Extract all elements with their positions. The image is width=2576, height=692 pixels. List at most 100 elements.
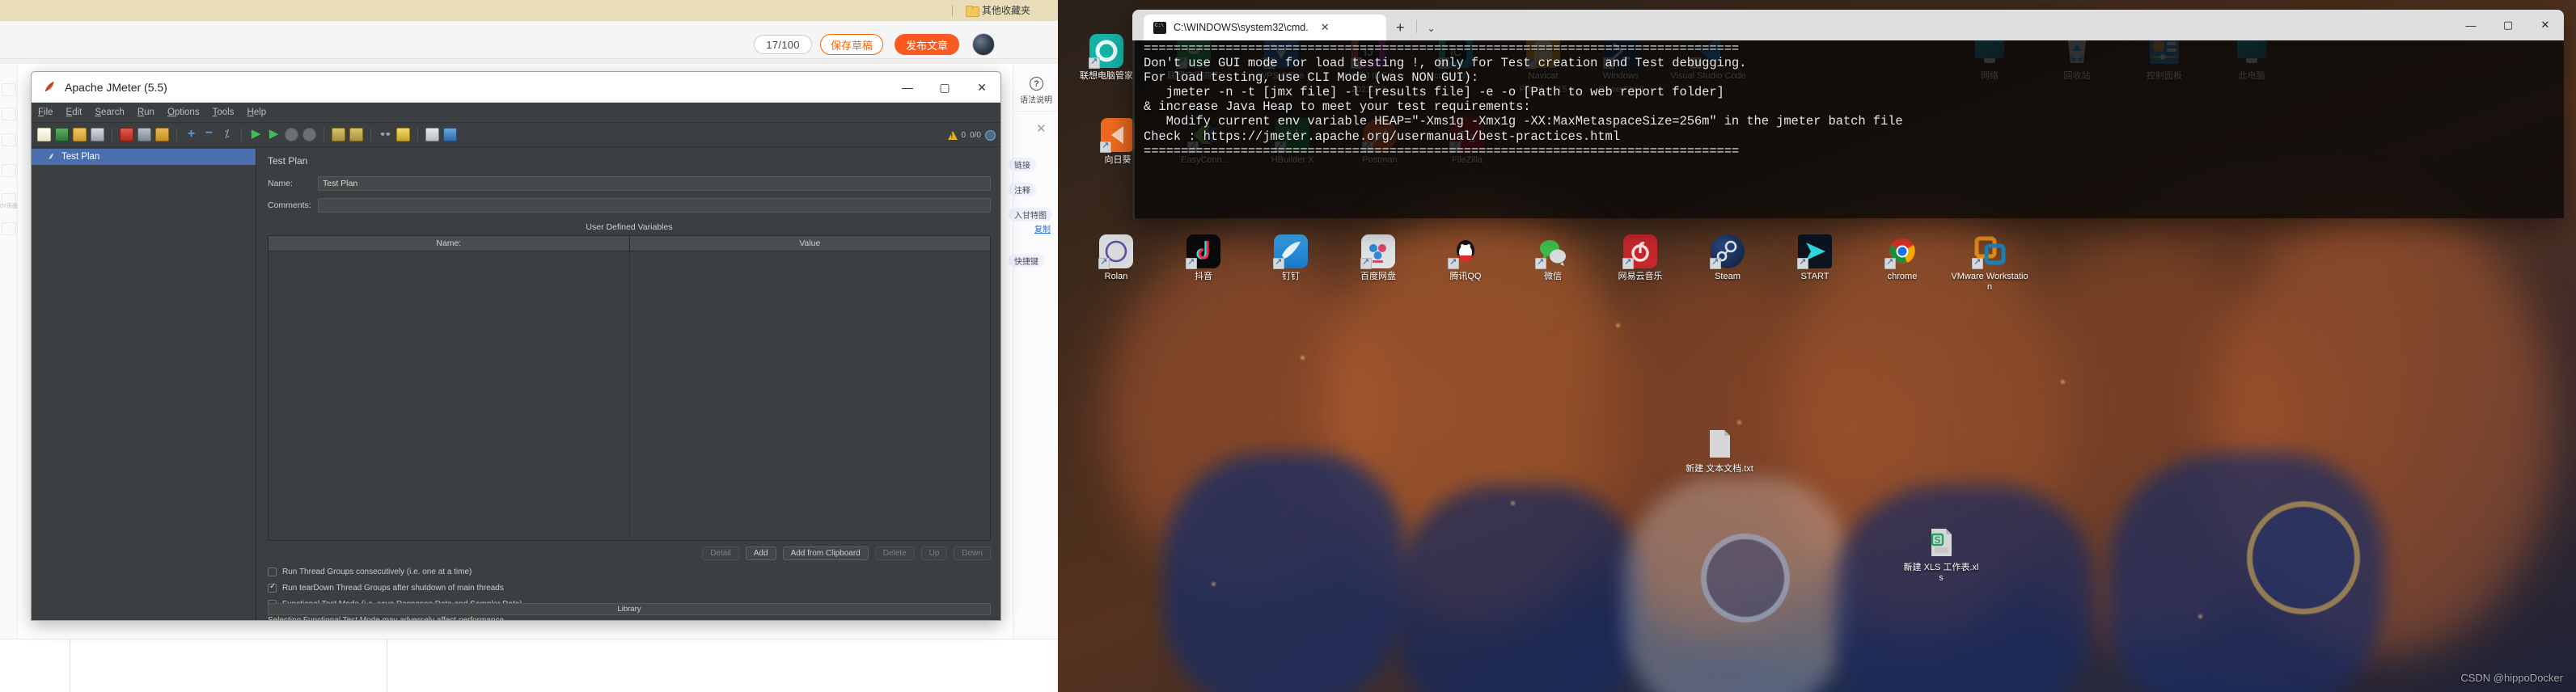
close-icon[interactable]: ✕ — [1036, 123, 1047, 135]
menu-run[interactable]: Run — [137, 108, 154, 117]
expand-icon[interactable]: + — [184, 128, 198, 141]
start-icon[interactable]: ▶ — [249, 128, 263, 141]
desktop-icon-dingtalk[interactable]: 钉钉 — [1252, 234, 1330, 282]
desktop-icon-start[interactable]: START — [1776, 234, 1854, 282]
checkbox-run-consecutively[interactable] — [268, 568, 277, 576]
help-item-shortcuts[interactable]: 快捷键 — [1009, 254, 1044, 268]
checkbox-run-consecutively-row[interactable]: Run Thread Groups consecutively (i.e. on… — [268, 568, 991, 576]
desktop-icon-qq[interactable]: 腾讯QQ — [1427, 234, 1504, 282]
jmeter-tree[interactable]: Test Plan — [32, 147, 256, 620]
function-helper-icon[interactable] — [425, 128, 439, 141]
globe-icon[interactable] — [985, 129, 996, 141]
close-icon[interactable]: ✕ — [1321, 21, 1330, 34]
start-no-pauses-icon[interactable]: ▶ — [267, 128, 281, 141]
test-plan-icon — [46, 152, 56, 162]
menu-file[interactable]: File — [38, 108, 53, 117]
add-button[interactable]: Add — [745, 546, 776, 560]
help-icon[interactable] — [443, 128, 457, 141]
desktop-icon-netease-music[interactable]: 网易云音乐 — [1601, 234, 1679, 282]
question-circle-icon[interactable]: ? — [1030, 77, 1043, 91]
new-icon[interactable] — [37, 128, 51, 141]
bookmark-other-folder[interactable]: 其他收藏夹 — [965, 3, 1030, 17]
delete-button[interactable]: Delete — [874, 546, 915, 560]
desktop-file-text[interactable]: 新建 文本文档.txt — [1681, 427, 1758, 475]
page-bottom-band — [0, 639, 1058, 692]
menu-help[interactable]: Help — [247, 108, 266, 117]
wallpaper-logo — [1701, 534, 1790, 622]
name-input[interactable]: Test Plan — [318, 176, 991, 191]
udv-header-row: Name: Value — [269, 236, 990, 251]
desktop-file-xls[interactable]: S 新建 XLS 工作表.xls — [1902, 525, 1980, 583]
close-button[interactable]: ✕ — [963, 72, 1000, 103]
publish-article-button[interactable]: 发布文章 — [895, 34, 960, 55]
save-draft-button[interactable]: 保存草稿 — [820, 34, 884, 55]
terminal-tab[interactable]: C:\WINDOWS\system32\cmd. ✕ — [1144, 15, 1386, 40]
desktop-icon-steam[interactable]: Steam — [1689, 234, 1766, 282]
menu-tools[interactable]: Tools — [213, 108, 235, 117]
templates-icon[interactable] — [55, 128, 69, 141]
menu-search[interactable]: Search — [95, 108, 124, 117]
udv-column-body[interactable] — [269, 251, 630, 541]
help-item-link[interactable]: 链接 — [1009, 158, 1036, 171]
warning-icon[interactable] — [947, 130, 958, 140]
shortcut-arrow-icon — [1273, 256, 1284, 269]
menu-options[interactable]: Options — [167, 108, 200, 117]
desktop-icon-rolan[interactable]: Rolan — [1077, 234, 1155, 282]
search-icon[interactable]: 👓 — [379, 128, 392, 141]
udv-col-name[interactable]: Name: — [269, 236, 630, 251]
maximize-button[interactable]: ▢ — [926, 72, 963, 103]
terminal-titlebar[interactable]: C:\WINDOWS\system32\cmd. ✕ + ⌄ — ▢ ✕ — [1132, 10, 2564, 40]
desktop-icon-chrome[interactable]: chrome — [1863, 234, 1941, 282]
paste-icon[interactable] — [155, 128, 169, 141]
toggle-icon[interactable]: ⁒ — [220, 128, 234, 141]
copy-icon[interactable] — [137, 128, 151, 141]
terminal-body[interactable]: ========================================… — [1132, 40, 2564, 218]
maximize-button[interactable]: ▢ — [2489, 10, 2527, 40]
desktop-icon-teamviewer[interactable]: TeamViewer — [1058, 118, 1069, 166]
jmeter-titlebar[interactable]: Apache JMeter (5.5) — ▢ ✕ — [32, 72, 1000, 103]
jmeter-window: Apache JMeter (5.5) — ▢ ✕ File Edit Search… — [31, 71, 1001, 621]
checkbox-teardown[interactable] — [268, 582, 277, 593]
baidu-netdisk-icon — [1360, 234, 1395, 269]
cut-icon[interactable] — [120, 128, 133, 141]
stop-icon[interactable] — [285, 128, 298, 141]
help-item-comment[interactable]: 注释 — [1009, 183, 1036, 196]
copy-link[interactable]: 复制 — [1034, 222, 1051, 234]
udv-grid[interactable] — [269, 251, 990, 541]
chevron-down-icon[interactable]: ⌄ — [1428, 23, 1436, 34]
close-button[interactable]: ✕ — [2527, 10, 2564, 40]
shutdown-icon[interactable] — [302, 128, 316, 141]
add-from-clipboard-button[interactable]: Add from Clipboard — [782, 546, 869, 560]
udv-column-body[interactable] — [630, 251, 991, 541]
desktop-icon-label: 抖音 — [1195, 272, 1212, 281]
rolan-icon — [1098, 234, 1133, 269]
minimize-button[interactable]: — — [889, 72, 926, 103]
udv-col-value[interactable]: Value — [630, 236, 991, 251]
desktop-icon-typora[interactable]: T Typora — [1058, 234, 1068, 282]
desktop-icon-douyin[interactable]: 抖音 — [1165, 234, 1242, 282]
collapse-icon[interactable]: − — [202, 127, 216, 141]
library-bar[interactable]: Library — [268, 603, 991, 615]
minimize-button[interactable]: — — [2452, 10, 2489, 40]
clear-icon[interactable] — [332, 128, 345, 141]
desktop-icon-vmware[interactable]: VMware Workstation — [1951, 234, 2028, 292]
desktop-icon-baidu-netdisk[interactable]: 百度网盘 — [1339, 234, 1417, 282]
save-icon[interactable] — [91, 128, 104, 141]
avatar[interactable] — [972, 33, 995, 56]
udv-table[interactable]: Name: Value — [268, 235, 991, 541]
comments-input[interactable] — [318, 198, 991, 213]
detail-button[interactable]: Detail — [702, 546, 739, 560]
desktop-icon-wechat[interactable]: 微信 — [1514, 234, 1592, 282]
clear-all-icon[interactable] — [349, 128, 363, 141]
shortcut-arrow-icon — [1710, 256, 1721, 269]
help-item-gantt[interactable]: 入甘特图 — [1009, 208, 1052, 222]
search-reset-icon[interactable] — [396, 128, 410, 141]
up-button[interactable]: Up — [920, 546, 948, 560]
open-icon[interactable] — [73, 128, 87, 141]
menu-edit[interactable]: Edit — [66, 108, 82, 117]
checkbox-teardown-row[interactable]: Run tearDown Thread Groups after shutdow… — [268, 582, 991, 593]
desktop-icon-label: Steam — [1715, 272, 1741, 281]
down-button[interactable]: Down — [954, 546, 991, 560]
plus-icon[interactable]: + — [1396, 20, 1405, 35]
tree-item-test-plan[interactable]: Test Plan — [32, 149, 256, 165]
